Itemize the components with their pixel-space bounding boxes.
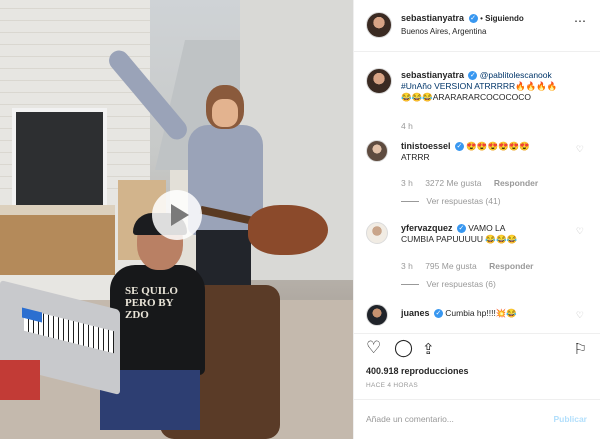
verified-badge-icon: ✓	[456, 224, 466, 234]
verified-badge-icon: ✓	[468, 14, 478, 24]
post-timestamp: HACE 4 HORAS	[366, 382, 419, 389]
view-replies-button[interactable]: Ver respuestas (6)	[401, 279, 496, 290]
view-replies-button[interactable]: Ver respuestas (41)	[401, 196, 501, 207]
caption-line-2: 😂😂😂ARARARARCOCOCOCO	[401, 92, 531, 102]
video-red-object	[0, 360, 40, 400]
replies-line	[401, 284, 419, 286]
instagram-post-view: SE QUILO PERO BY ZDO sebastianyatra ✓ • …	[0, 0, 600, 439]
more-options-icon[interactable]: ⋯	[574, 14, 587, 28]
comment-text-line-2: ATRRR	[401, 152, 430, 162]
verified-badge-icon: ✓	[454, 142, 464, 152]
comment-text: Cumbia hp!!!!💥😂	[445, 308, 517, 318]
video-scene-window	[12, 108, 107, 213]
author-avatar[interactable]	[366, 12, 392, 38]
comment-username[interactable]: tinistoessel	[401, 141, 451, 151]
comment-time: 3 h	[401, 178, 413, 188]
comment-meta: 3 h 795 Me gusta Responder	[401, 261, 534, 272]
post-actions-bar: ♡ ◯ ⇪ ⚐	[354, 333, 600, 363]
comment-likes[interactable]: 3272 Me gusta	[425, 178, 481, 188]
comment-body: juanes ✓ Cumbia hp!!!!💥😂	[401, 308, 576, 319]
author-username[interactable]: sebastianyatra	[401, 13, 464, 23]
post-side-panel: sebastianyatra ✓ • Siguiendo Buenos Aire…	[353, 0, 600, 439]
comment-body: yfervazquez ✓ VAMO LA CUMBIA PAPUUUUU 😂😂…	[401, 223, 576, 245]
bookmark-icon[interactable]: ⚐	[574, 340, 587, 358]
comment-meta: 3 h 3272 Me gusta Responder	[401, 178, 538, 189]
comment-text: VAMO LA	[468, 223, 506, 233]
video-guitar	[248, 205, 328, 255]
comment-username[interactable]: yfervazquez	[401, 223, 453, 233]
follow-status-button[interactable]: Siguiendo	[485, 14, 524, 23]
post-video[interactable]: SE QUILO PERO BY ZDO	[0, 0, 353, 439]
comment-likes[interactable]: 795 Me gusta	[425, 261, 477, 271]
caption-avatar[interactable]	[366, 68, 392, 94]
comment-like-icon[interactable]: ♡	[576, 226, 584, 237]
play-button[interactable]	[152, 190, 202, 240]
comment-avatar[interactable]	[366, 304, 388, 326]
verified-badge-icon: ✓	[433, 309, 443, 319]
post-header: sebastianyatra ✓ • Siguiendo Buenos Aire…	[354, 0, 600, 52]
comment-text-line-2: CUMBIA PAPUUUUU 😂😂😂	[401, 234, 518, 244]
comment-like-icon[interactable]: ♡	[576, 310, 584, 321]
like-heart-icon[interactable]: ♡	[366, 338, 381, 358]
caption-time: 4 h	[401, 121, 413, 131]
replies-line	[401, 201, 419, 203]
share-arrow-icon[interactable]: ⇪	[422, 340, 435, 358]
comment-body: tinistoessel ✓ 😍😍😍😍😍😍 ATRRR	[401, 141, 576, 163]
post-location[interactable]: Buenos Aires, Argentina	[401, 27, 486, 36]
comment-like-icon[interactable]: ♡	[576, 144, 584, 155]
view-replies-label[interactable]: Ver respuestas (41)	[426, 196, 500, 206]
video-shirt-print: SE QUILO PERO BY ZDO	[125, 285, 178, 321]
video-scene-counter	[0, 205, 115, 215]
caption-username[interactable]: sebastianyatra	[401, 70, 464, 80]
verified-badge-icon: ✓	[468, 71, 478, 81]
comment-avatar[interactable]	[366, 222, 388, 244]
comment-bubble-icon[interactable]: ◯	[394, 338, 413, 358]
comment-time: 3 h	[401, 261, 413, 271]
view-replies-label[interactable]: Ver respuestas (6)	[426, 279, 495, 289]
add-comment-bar: Añade un comentario... Publicar	[354, 399, 600, 439]
comment-avatar[interactable]	[366, 140, 388, 162]
views-count[interactable]: 400.918 reproducciones	[366, 366, 469, 376]
publish-button[interactable]: Publicar	[553, 414, 587, 424]
comment-reply-button[interactable]: Responder	[489, 261, 533, 271]
comment-username[interactable]: juanes	[401, 308, 430, 318]
play-icon	[170, 204, 189, 226]
caption: sebastianyatra ✓ @pablitolescanook #UnAñ…	[401, 70, 591, 103]
comment-text: 😍😍😍😍😍😍	[466, 141, 530, 151]
caption-hashtag-text[interactable]: #UnAño VERSION ATRRRRR🔥🔥🔥🔥	[401, 81, 558, 91]
caption-mention[interactable]: @pablitolescanook	[480, 70, 552, 80]
comment-input[interactable]: Añade un comentario...	[366, 414, 454, 424]
comment-reply-button[interactable]: Responder	[494, 178, 538, 188]
